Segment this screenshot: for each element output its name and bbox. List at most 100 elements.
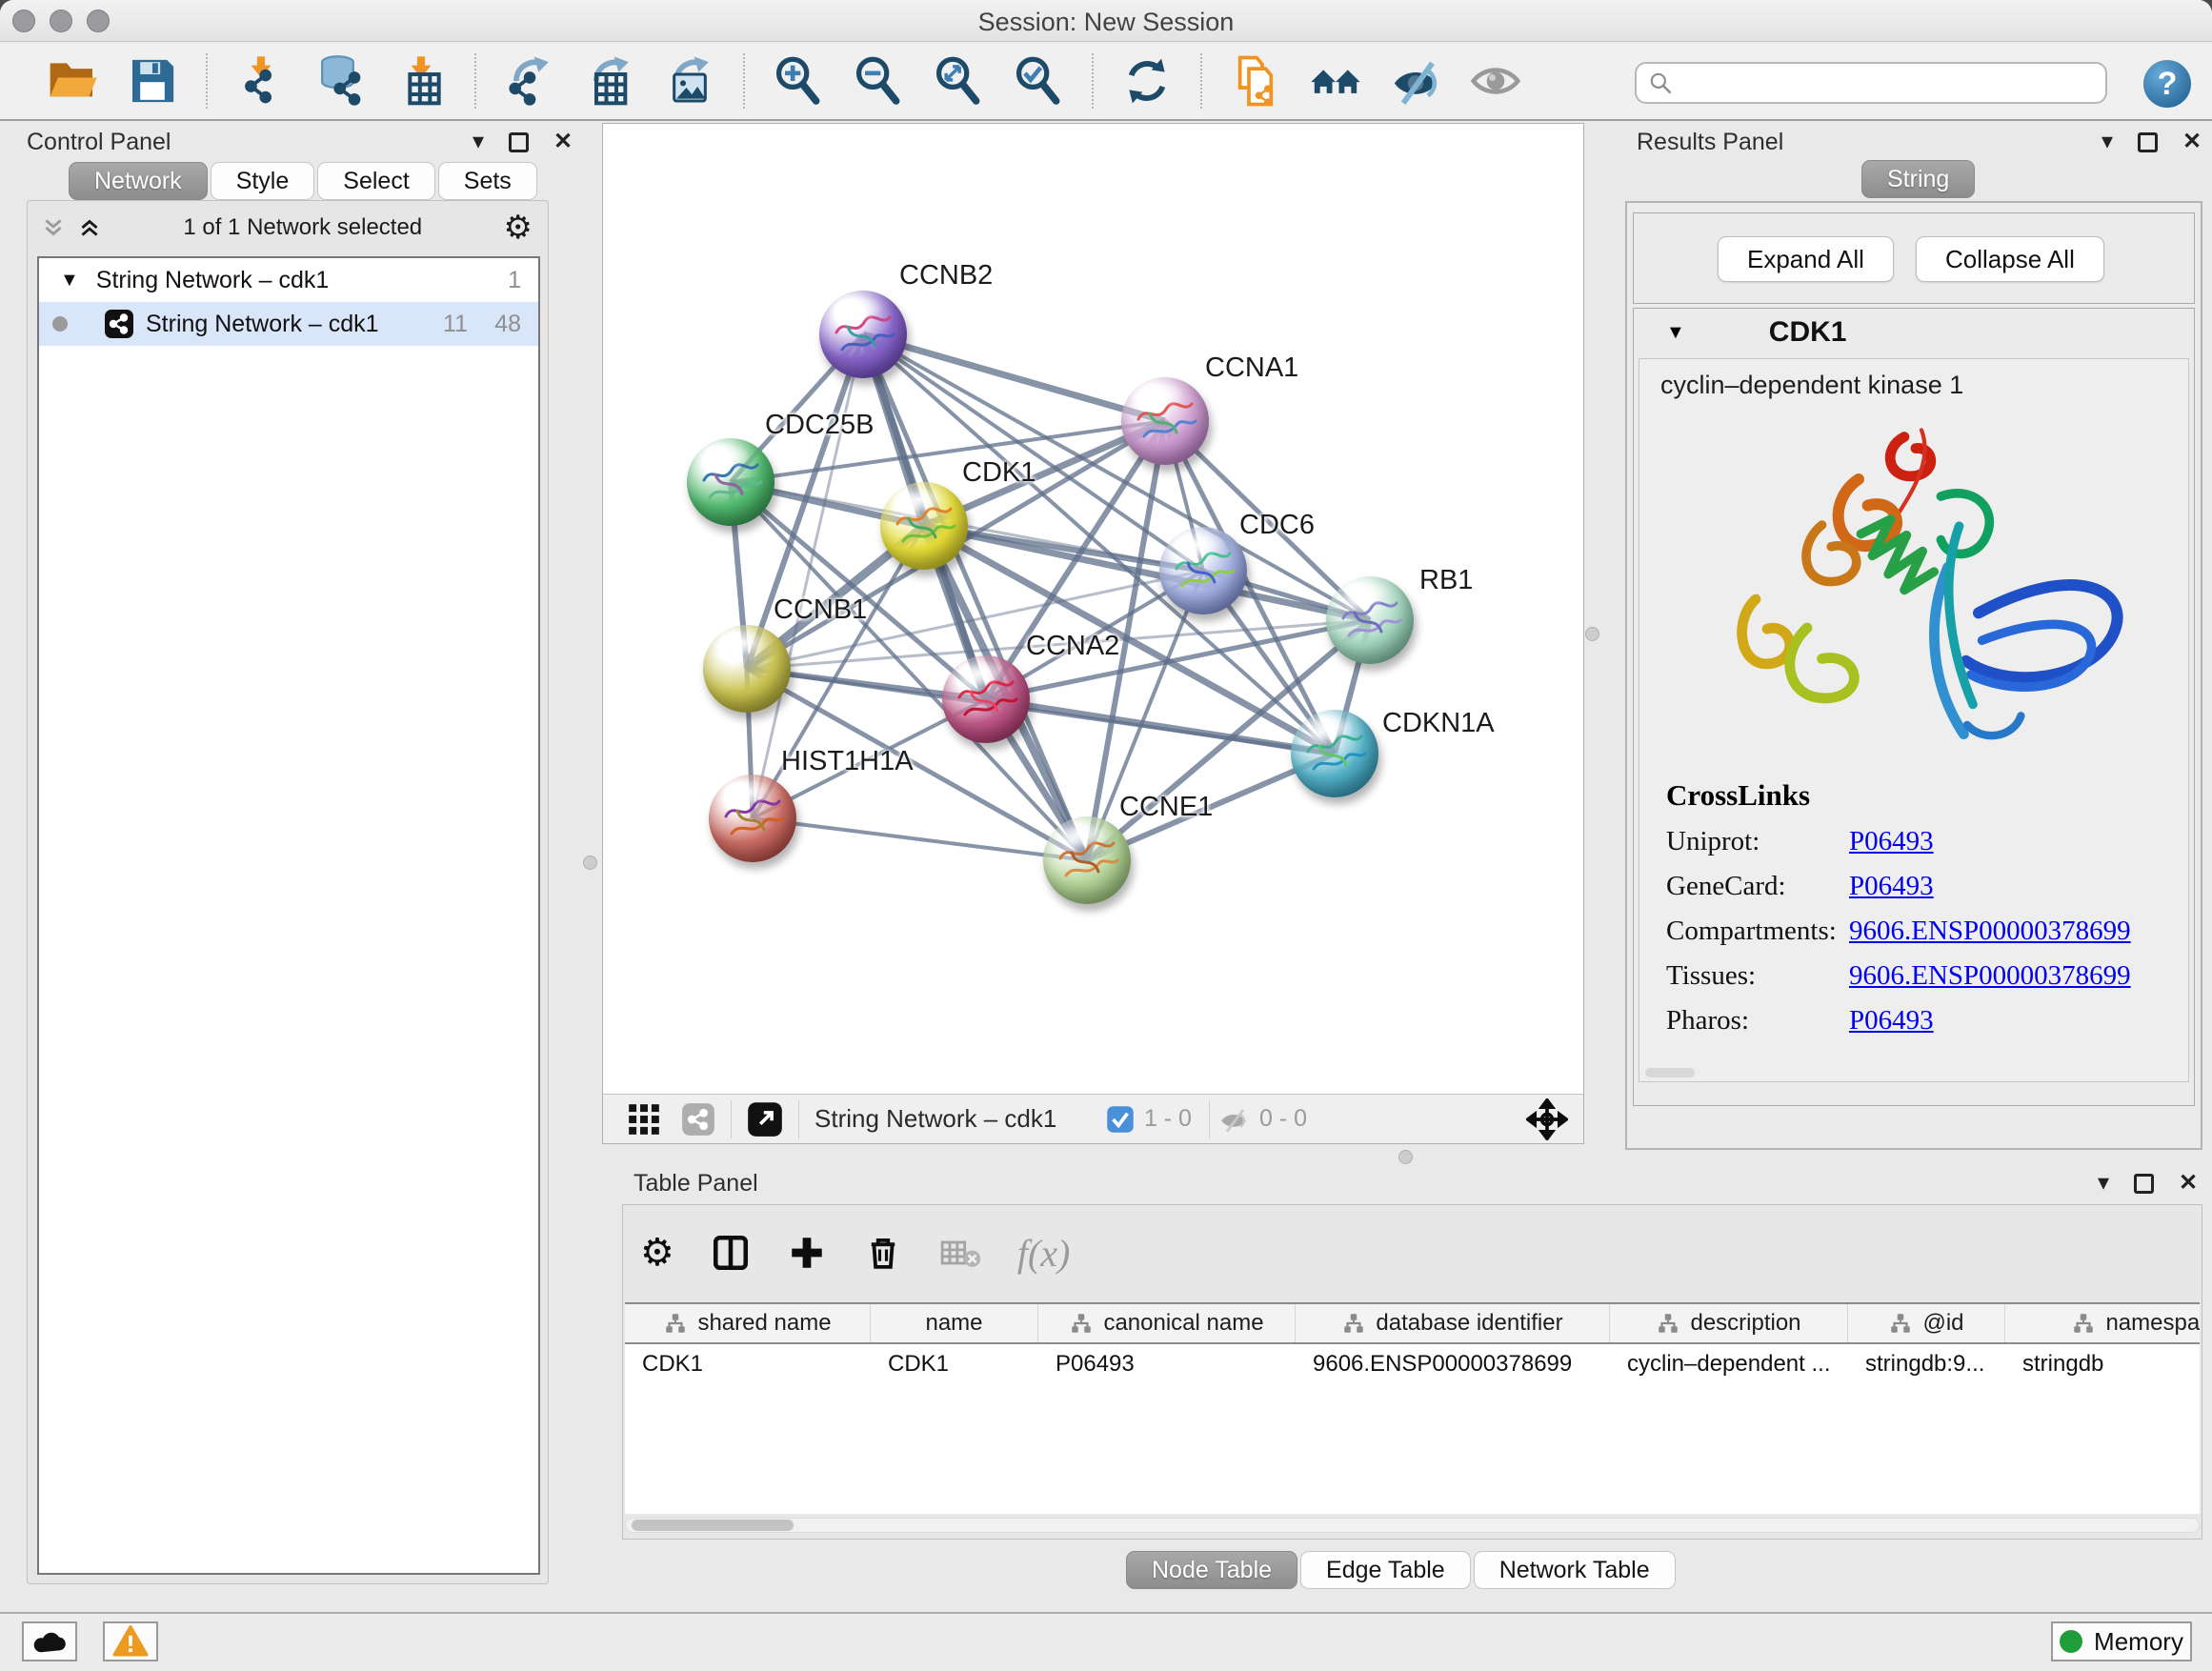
panel-menu-icon[interactable]: ▾ (2101, 131, 2113, 153)
network-collection-row[interactable]: ▼ String Network – cdk1 1 (39, 258, 538, 302)
delete-column-icon[interactable] (863, 1233, 903, 1273)
node-ccna1[interactable] (1121, 377, 1209, 465)
column-type-icon (1888, 1311, 1913, 1336)
tab-network-table[interactable]: Network Table (1474, 1551, 1676, 1589)
export-image-button[interactable] (660, 51, 719, 111)
close-panel-icon[interactable]: ✕ (2179, 1172, 2198, 1195)
network-row[interactable]: String Network – cdk1 11 48 (39, 302, 538, 346)
tab-network[interactable]: Network (69, 162, 208, 200)
crosslink-link[interactable]: P06493 (1849, 1005, 1934, 1037)
tab-edge-table[interactable]: Edge Table (1300, 1551, 1471, 1589)
node-rb1[interactable] (1326, 576, 1414, 664)
zoom-in-button[interactable] (769, 51, 828, 111)
scrollbar-thumb[interactable] (1645, 1068, 1695, 1077)
float-panel-icon[interactable] (2138, 132, 2158, 152)
panel-menu-icon[interactable]: ▾ (2098, 1172, 2109, 1195)
node-ccnb2[interactable] (819, 291, 907, 378)
import-database-button[interactable] (312, 51, 371, 111)
collapse-all-icon[interactable] (41, 215, 66, 240)
edge-ccne1-hist1h1a[interactable] (753, 818, 1087, 860)
node-cdc6[interactable] (1159, 527, 1247, 614)
node-label-ccna2: CCNA2 (1026, 631, 1119, 662)
crosslink-link[interactable]: 9606.ENSP00000378699 (1849, 960, 2131, 992)
import-network-button[interactable] (231, 51, 291, 111)
close-panel-icon[interactable]: ✕ (2182, 131, 2202, 153)
add-column-icon[interactable] (787, 1233, 827, 1273)
node-ccna2[interactable] (942, 655, 1030, 743)
string-home-button[interactable] (1306, 51, 1365, 111)
float-panel-icon[interactable] (2134, 1174, 2154, 1194)
preview-button[interactable] (1466, 51, 1525, 111)
node-cdc25b[interactable] (687, 438, 774, 526)
network-canvas[interactable]: CCNB2 CCNA1 CDC25B CDK1 CDC6 RB1CCNB1 (603, 124, 1583, 1094)
memory-button[interactable]: Memory (2051, 1621, 2192, 1661)
zoom-fit-button[interactable] (929, 51, 988, 111)
tab-select[interactable]: Select (317, 162, 434, 200)
node-cdkn1a[interactable] (1291, 710, 1378, 797)
crosslink-link[interactable]: 9606.ENSP00000378699 (1849, 916, 2131, 947)
import-table-button[interactable] (392, 51, 451, 111)
edge-ccnb2-ccna1[interactable] (863, 334, 1165, 421)
expand-all-icon[interactable] (77, 215, 102, 240)
search-input[interactable] (1635, 62, 2107, 104)
tab-style[interactable]: Style (211, 162, 315, 200)
tab-node-table[interactable]: Node Table (1126, 1551, 1297, 1589)
table-row[interactable]: CDK1CDK1P064939606.ENSP00000378699cyclin… (625, 1344, 2200, 1384)
node-cdk1[interactable] (880, 482, 968, 570)
gene-disclosure-icon[interactable]: ▼ (1666, 322, 1685, 344)
save-session-button[interactable] (123, 51, 182, 111)
hide-show-icon (1389, 54, 1442, 108)
panel-menu-icon[interactable]: ▾ (473, 131, 484, 153)
column-header-sharedname[interactable]: shared name (625, 1304, 871, 1342)
export-network-button[interactable] (500, 51, 559, 111)
crosslink-link[interactable]: P06493 (1849, 871, 1934, 902)
node-ccnb1[interactable] (703, 625, 791, 713)
selected-checkbox-icon[interactable] (1106, 1105, 1135, 1134)
detach-view-icon[interactable] (747, 1101, 783, 1137)
warnings-button[interactable] (103, 1621, 158, 1661)
control-panel: Control Panel ▾ ✕ NetworkStyleSelectSets… (10, 125, 564, 1584)
table-options-gear-icon[interactable]: ⚙ (640, 1231, 674, 1275)
scrollbar-thumb[interactable] (632, 1520, 794, 1531)
tab-string[interactable]: String (1861, 160, 1975, 198)
column-header-name[interactable]: name (871, 1304, 1038, 1342)
help-button[interactable]: ? (2143, 60, 2191, 108)
function-builder-icon[interactable]: f(x) (1017, 1231, 1071, 1276)
hide-show-button[interactable] (1386, 51, 1445, 111)
column-header-canonicalname[interactable]: canonical name (1038, 1304, 1296, 1342)
zoom-out-button[interactable] (849, 51, 908, 111)
tab-sets[interactable]: Sets (438, 162, 537, 200)
column-header-databaseidentifier[interactable]: database identifier (1296, 1304, 1610, 1342)
export-table-button[interactable] (580, 51, 639, 111)
collection-disclosure-icon[interactable]: ▼ (60, 270, 79, 292)
node-ccne1[interactable] (1043, 816, 1131, 904)
pan-crosshair-icon[interactable] (1526, 1098, 1568, 1140)
crosslink-link[interactable]: P06493 (1849, 826, 1934, 857)
crosslink-label: Pharos: (1666, 1005, 1849, 1037)
column-header-id[interactable]: @id (1848, 1304, 2005, 1342)
cloud-status-button[interactable] (22, 1621, 77, 1661)
clone-network-button[interactable] (1226, 51, 1285, 111)
crosslink-label: Tissues: (1666, 960, 1849, 992)
delete-table-icon[interactable] (939, 1232, 981, 1274)
export-table-icon (583, 54, 636, 108)
open-session-button[interactable] (43, 51, 102, 111)
float-panel-icon[interactable] (509, 132, 529, 152)
collapse-all-button[interactable]: Collapse All (1916, 236, 2104, 282)
expand-all-button[interactable]: Expand All (1718, 236, 1894, 282)
column-header-namespace[interactable]: namespace (2005, 1304, 2200, 1342)
refresh-button[interactable] (1117, 51, 1176, 111)
table-hscrollbar[interactable] (625, 1518, 2200, 1533)
show-columns-icon[interactable] (711, 1233, 751, 1273)
network-options-gear-icon[interactable]: ⚙ (504, 209, 533, 247)
birdseye-network-icon[interactable] (681, 1102, 715, 1137)
network-selected-status: 1 of 1 Network selected (102, 214, 504, 241)
grid-view-icon[interactable] (626, 1101, 662, 1137)
zoom-selected-button[interactable] (1009, 51, 1068, 111)
close-panel-icon[interactable]: ✕ (553, 131, 573, 153)
right-splitter-handle[interactable] (1585, 627, 1599, 641)
left-splitter-handle[interactable] (583, 856, 597, 870)
horizontal-splitter-handle[interactable] (1398, 1150, 1413, 1164)
node-hist1h1a[interactable] (709, 775, 796, 862)
column-header-description[interactable]: description (1610, 1304, 1848, 1342)
